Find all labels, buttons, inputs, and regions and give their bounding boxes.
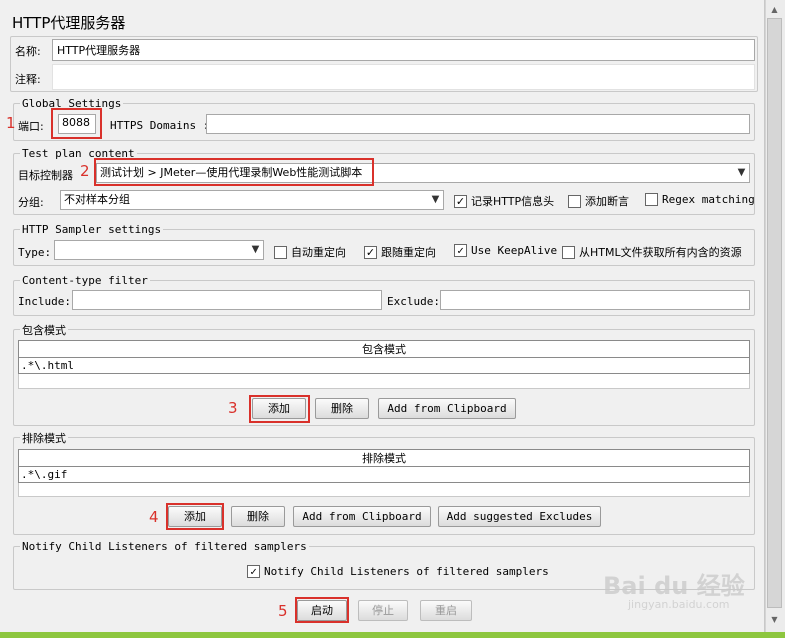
- notify-child-listeners-checkbox[interactable]: ✓ Notify Child Listeners of filtered sam…: [247, 565, 549, 578]
- annotation-box-port: [51, 108, 102, 139]
- notify-child-listeners-label: Notify Child Listeners of filtered sampl…: [264, 565, 549, 578]
- keepalive-label: Use KeepAlive: [471, 244, 558, 257]
- follow-redirect-checkbox[interactable]: ✓ 跟随重定向: [364, 244, 436, 260]
- checkmark-icon: ✓: [454, 194, 467, 208]
- exclude-patterns-legend: 排除模式: [20, 430, 68, 446]
- include-patterns-legend: 包含模式: [20, 322, 68, 338]
- fetch-resources-checkbox[interactable]: 从HTML文件获取所有内含的资源: [562, 244, 742, 260]
- comment-field[interactable]: [52, 64, 755, 90]
- bottom-accent-bar: [0, 632, 785, 638]
- port-label: 端口:: [18, 120, 44, 133]
- annotation-box-target: [94, 158, 374, 186]
- follow-redirect-label: 跟随重定向: [381, 246, 436, 259]
- annotation-box-exclude-add: [166, 503, 224, 530]
- name-field[interactable]: HTTP代理服务器: [52, 39, 755, 61]
- regex-matching-label: Regex matching: [662, 193, 755, 206]
- include-pattern-row[interactable]: .*\.html: [18, 358, 750, 374]
- scroll-down-icon[interactable]: ▼: [767, 613, 782, 627]
- annotation-box-start: [295, 597, 349, 623]
- add-assertions-checkbox[interactable]: 添加断言: [568, 193, 629, 209]
- exclude-clipboard-button[interactable]: Add from Clipboard: [293, 506, 431, 527]
- include-delete-button[interactable]: 删除: [315, 398, 369, 419]
- add-assertions-label: 添加断言: [585, 195, 629, 208]
- baidu-logo-watermark: Bai du 经验: [603, 572, 745, 600]
- exclude-field[interactable]: [440, 290, 750, 310]
- annotation-number-1: 1: [6, 114, 16, 132]
- scroll-up-icon[interactable]: ▲: [767, 3, 782, 17]
- exclude-delete-button[interactable]: 删除: [231, 506, 285, 527]
- checkbox-icon: [645, 193, 658, 206]
- chevron-down-icon: ▼: [431, 194, 440, 205]
- group-select[interactable]: 不对样本分组 ▼: [60, 190, 444, 210]
- record-headers-checkbox[interactable]: ✓ 记录HTTP信息头: [454, 193, 554, 209]
- auto-redirect-checkbox[interactable]: 自动重定向: [274, 244, 346, 260]
- name-value: HTTP代理服务器: [57, 44, 141, 57]
- annotation-number-2: 2: [80, 162, 90, 180]
- group-label: 分组:: [18, 196, 44, 209]
- comment-label: 注释:: [15, 73, 41, 86]
- restart-button[interactable]: 重启: [420, 600, 472, 621]
- include-clipboard-button[interactable]: Add from Clipboard: [378, 398, 516, 419]
- checkmark-icon: ✓: [364, 245, 377, 259]
- auto-redirect-label: 自动重定向: [291, 246, 346, 259]
- page-title: HTTP代理服务器: [12, 14, 126, 32]
- stop-button[interactable]: 停止: [358, 600, 408, 621]
- content-filter-legend: Content-type filter: [20, 274, 150, 287]
- record-headers-label: 记录HTTP信息头: [471, 195, 555, 208]
- checkbox-icon: [562, 245, 575, 259]
- exclude-pattern-row[interactable]: .*\.gif: [18, 467, 750, 483]
- add-suggested-excludes-button[interactable]: Add suggested Excludes: [438, 506, 601, 527]
- type-label: Type:: [18, 246, 52, 259]
- target-controller-label: 目标控制器: [18, 169, 73, 182]
- checkbox-icon: [568, 194, 581, 208]
- include-field[interactable]: [72, 290, 382, 310]
- checkmark-icon: ✓: [454, 244, 467, 257]
- sampler-settings-legend: HTTP Sampler settings: [20, 223, 164, 236]
- fetch-resources-label: 从HTML文件获取所有内含的资源: [579, 246, 742, 259]
- chevron-down-icon: ▼: [737, 167, 746, 178]
- exclude-patterns-column-header: 排除模式: [18, 449, 750, 467]
- exclude-label: Exclude:: [387, 295, 440, 308]
- https-domains-label: HTTPS Domains :: [110, 119, 210, 132]
- proxy-server-panel: [0, 0, 765, 632]
- annotation-number-5: 5: [278, 602, 288, 620]
- https-domains-field[interactable]: [206, 114, 750, 134]
- chevron-down-icon: ▼: [251, 244, 260, 255]
- annotation-number-3: 3: [228, 399, 238, 417]
- checkmark-icon: ✓: [247, 565, 260, 578]
- keepalive-checkbox[interactable]: ✓ Use KeepAlive: [454, 244, 557, 257]
- scrollbar-thumb[interactable]: [767, 18, 782, 608]
- name-label: 名称:: [15, 45, 41, 58]
- notify-legend: Notify Child Listeners of filtered sampl…: [20, 540, 309, 553]
- type-select[interactable]: ▼: [54, 240, 264, 260]
- include-label: Include:: [18, 295, 71, 308]
- regex-matching-checkbox[interactable]: Regex matching: [645, 193, 755, 206]
- group-value: 不对样本分组: [64, 193, 130, 206]
- annotation-box-include-add: [249, 395, 310, 423]
- include-patterns-column-header: 包含模式: [18, 340, 750, 358]
- annotation-number-4: 4: [149, 508, 159, 526]
- checkbox-icon: [274, 245, 287, 259]
- watermark-url: jingyan.baidu.com: [628, 598, 730, 611]
